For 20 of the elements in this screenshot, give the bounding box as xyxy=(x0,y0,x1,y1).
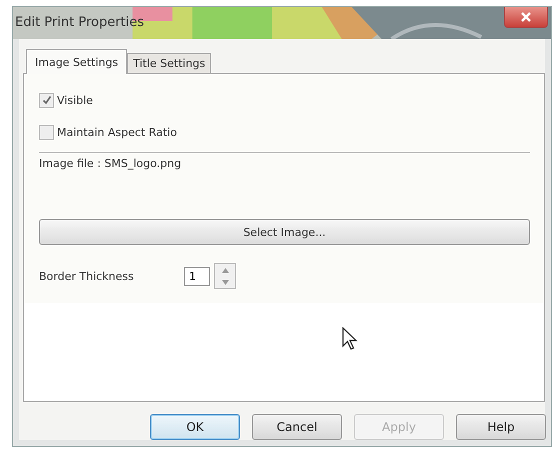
close-button[interactable] xyxy=(504,7,548,28)
checkbox-label: Maintain Aspect Ratio xyxy=(57,126,177,138)
check-icon xyxy=(42,95,52,105)
border-thickness-field[interactable]: 1 xyxy=(184,266,210,286)
close-icon xyxy=(520,11,532,23)
checkbox[interactable] xyxy=(39,92,54,108)
dialog-button[interactable]: Help xyxy=(456,414,546,440)
checkbox[interactable] xyxy=(39,124,54,140)
select-image-button[interactable]: Select Image... xyxy=(39,219,530,245)
image-file-label: Image file : SMS_logo.png xyxy=(39,157,182,171)
window-title: Edit Print Properties xyxy=(15,15,144,30)
dialog-button[interactable]: Cancel xyxy=(252,414,342,440)
checkbox-label: Visible xyxy=(57,94,93,106)
border-thickness-label: Border Thickness xyxy=(39,270,135,282)
tab[interactable]: Image Settings xyxy=(26,49,128,74)
dialog-button[interactable]: OK xyxy=(150,414,240,440)
up-arrow-icon xyxy=(222,268,228,272)
mouse-pointer-icon xyxy=(342,327,358,351)
down-arrow-icon xyxy=(222,280,228,284)
tab[interactable]: Title Settings xyxy=(127,53,212,73)
